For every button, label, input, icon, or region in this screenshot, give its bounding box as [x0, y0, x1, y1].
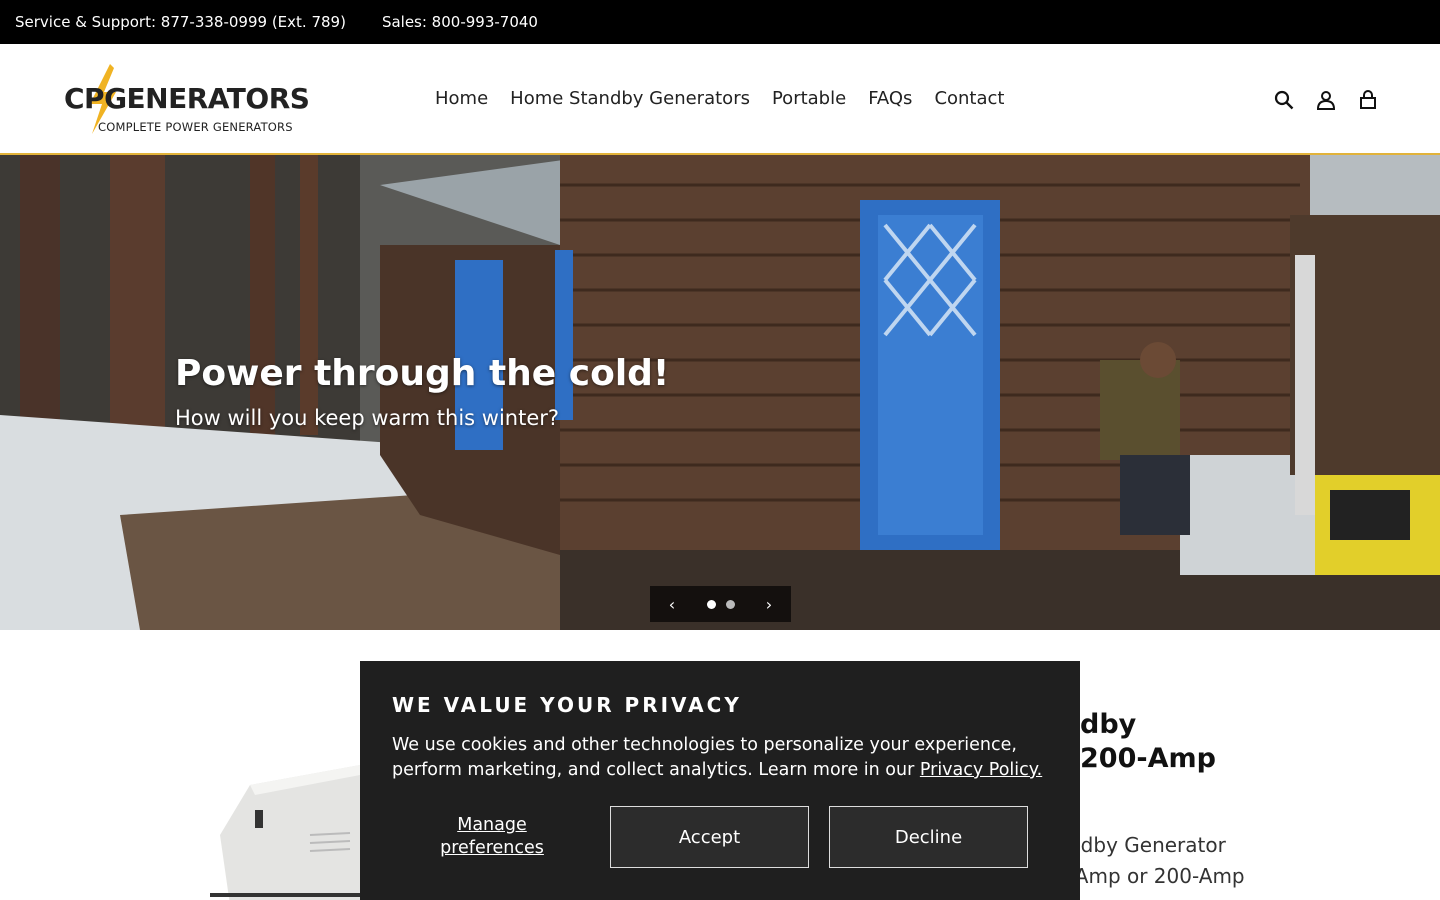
accept-button[interactable]: Accept — [610, 806, 809, 868]
main-nav: Home Home Standby Generators Portable FA… — [424, 88, 1015, 109]
nav-contact[interactable]: Contact — [923, 88, 1015, 109]
slide-dot-1[interactable] — [706, 599, 716, 609]
nav-faqs[interactable]: FAQs — [857, 88, 923, 109]
privacy-banner: WE VALUE YOUR PRIVACY We use cookies and… — [360, 661, 1080, 900]
header-icons — [1272, 88, 1380, 112]
manage-preferences-link[interactable]: Manage preferences — [422, 814, 562, 860]
account-icon[interactable] — [1314, 88, 1338, 112]
generator-product-image — [210, 765, 370, 900]
support-phone[interactable]: Service & Support: 877-338-0999 (Ext. 78… — [15, 13, 346, 31]
search-icon[interactable] — [1272, 88, 1296, 112]
site-logo[interactable]: CPGENERATORS COMPLETE POWER GENERATORS — [64, 64, 310, 136]
nav-home-standby-generators[interactable]: Home Standby Generators — [499, 88, 761, 109]
chevron-right-icon[interactable]: › — [761, 595, 777, 614]
privacy-policy-link[interactable]: Privacy Policy. — [920, 760, 1042, 780]
nav-home[interactable]: Home — [424, 88, 499, 109]
slideshow-controls: ‹ › — [650, 586, 791, 622]
product-description: ndby Generator -Amp or 200-Amp — [1068, 833, 1245, 888]
chevron-left-icon[interactable]: ‹ — [664, 595, 680, 614]
site-header: CPGENERATORS COMPLETE POWER GENERATORS H… — [0, 44, 1440, 155]
hero-subtitle: How will you keep warm this winter? — [175, 406, 560, 430]
hero-slideshow: Power through the cold! How will you kee… — [0, 155, 1440, 630]
announcement-bar: Service & Support: 877-338-0999 (Ext. 78… — [0, 0, 1440, 44]
privacy-actions: Manage preferences Accept Decline — [392, 806, 1048, 868]
privacy-body: We use cookies and other technologies to… — [392, 735, 1043, 780]
slide-dot-2[interactable] — [725, 599, 735, 609]
sales-phone[interactable]: Sales: 800-993-7040 — [382, 13, 538, 31]
product-title[interactable]: dby 200-Amp — [1080, 708, 1216, 776]
logo-tagline: COMPLETE POWER GENERATORS — [98, 120, 293, 134]
cart-icon[interactable] — [1356, 88, 1380, 112]
nav-portable[interactable]: Portable — [761, 88, 857, 109]
decline-button[interactable]: Decline — [829, 806, 1028, 868]
hero-title: Power through the cold! — [175, 353, 670, 394]
privacy-heading: WE VALUE YOUR PRIVACY — [392, 693, 742, 717]
slide-dots — [706, 599, 735, 609]
logo-wordmark: CPGENERATORS — [64, 82, 310, 115]
